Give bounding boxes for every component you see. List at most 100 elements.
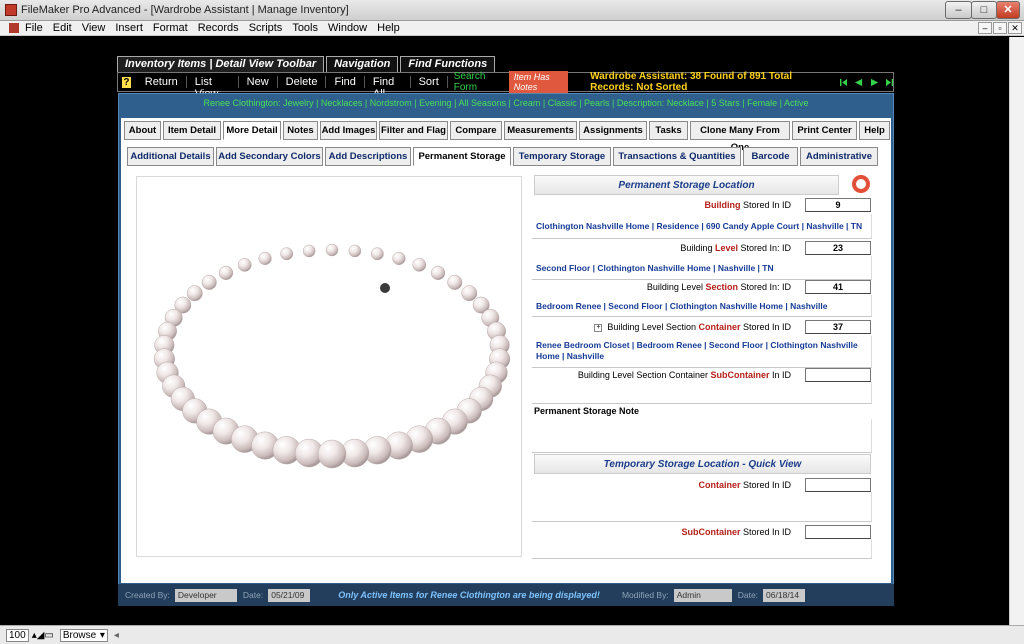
subcontainer-info bbox=[532, 382, 872, 404]
section-id-field[interactable]: 41 bbox=[805, 280, 871, 294]
permanent-storage-note-label: Permanent Storage Note bbox=[534, 406, 640, 416]
list-view-button[interactable]: List View bbox=[187, 76, 239, 100]
minimize-button[interactable]: – bbox=[945, 1, 972, 19]
container-info: Renee Bedroom Closet | Bedroom Renee | S… bbox=[532, 336, 872, 368]
maximize-button[interactable]: □ bbox=[971, 1, 997, 19]
previous-record-icon[interactable] bbox=[855, 78, 863, 87]
find-all-button[interactable]: Find All bbox=[365, 76, 411, 100]
menu-records[interactable]: Records bbox=[198, 22, 239, 34]
subcontainer-id-field[interactable] bbox=[805, 368, 871, 382]
pearl bbox=[370, 247, 384, 261]
menu-file[interactable]: File bbox=[25, 22, 43, 34]
tab-barcode[interactable]: Barcode bbox=[743, 147, 798, 166]
menu-window[interactable]: Window bbox=[328, 22, 367, 34]
tab-additional-details[interactable]: Additional Details bbox=[127, 147, 214, 166]
doc-minimize-button[interactable]: – bbox=[978, 22, 992, 34]
level-label: Building Level Stored In: ID bbox=[680, 243, 791, 253]
tab-detail-view-toolbar[interactable]: Inventory Items | Detail View Toolbar bbox=[117, 56, 325, 73]
menu-insert[interactable]: Insert bbox=[115, 22, 143, 34]
found-status: Wardrobe Assistant: 38 Found of 891 Tota… bbox=[590, 71, 792, 93]
menu-format[interactable]: Format bbox=[153, 22, 188, 34]
menu-view[interactable]: View bbox=[82, 22, 106, 34]
help-icon[interactable]: ? bbox=[122, 76, 131, 88]
tab-more-detail[interactable]: More Detail bbox=[223, 121, 281, 140]
tab-add-secondary-colors[interactable]: Add Secondary Colors bbox=[216, 147, 323, 166]
menu-bar: File Edit View Insert Format Records Scr… bbox=[0, 21, 1024, 36]
next-record-icon[interactable] bbox=[870, 78, 878, 87]
delete-button[interactable]: Delete bbox=[278, 76, 327, 88]
doc-restore-button[interactable]: ▫ bbox=[993, 22, 1007, 34]
main-tabs: About Item Detail More Detail Notes Add … bbox=[124, 121, 892, 153]
expand-icon[interactable]: + bbox=[594, 323, 603, 332]
pearl bbox=[302, 244, 316, 258]
close-button[interactable]: ✕ bbox=[996, 1, 1020, 19]
new-button[interactable]: New bbox=[239, 76, 278, 88]
chevron-down-icon: ▾ bbox=[99, 629, 105, 641]
temporary-storage-header: Temporary Storage Location - Quick View bbox=[534, 454, 871, 474]
pearl bbox=[218, 265, 234, 281]
item-has-notes-badge[interactable]: Item Has Notes bbox=[508, 71, 569, 93]
building-id-field[interactable]: 9 bbox=[805, 198, 871, 212]
pearl bbox=[447, 274, 463, 290]
tab-navigation[interactable]: Navigation bbox=[326, 56, 399, 73]
pearl bbox=[317, 439, 347, 469]
building-info: Clothington Nashville Home | Residence |… bbox=[532, 214, 872, 239]
tab-about[interactable]: About bbox=[124, 121, 161, 140]
container-id-field[interactable]: 37 bbox=[805, 320, 871, 334]
menu-help[interactable]: Help bbox=[377, 22, 400, 34]
menu-edit[interactable]: Edit bbox=[53, 22, 72, 34]
container-label: + Building Level Section Container Stored… bbox=[594, 322, 791, 332]
tab-permanent-storage[interactable]: Permanent Storage bbox=[413, 147, 511, 166]
permanent-storage-note-field[interactable] bbox=[532, 419, 872, 453]
temp-container-info bbox=[532, 492, 872, 522]
pearl-necklace-image bbox=[153, 243, 511, 469]
lifebuoy-help-icon[interactable] bbox=[852, 175, 870, 193]
search-form-button[interactable]: Search Form bbox=[448, 71, 506, 93]
zoom-icons[interactable]: ▴◢▭ bbox=[32, 630, 54, 641]
tab-notes[interactable]: Notes bbox=[283, 121, 318, 140]
window-title: FileMaker Pro Advanced - [Wardrobe Assis… bbox=[21, 4, 349, 16]
find-button[interactable]: Find bbox=[326, 76, 365, 88]
tab-print-center[interactable]: Print Center bbox=[792, 121, 857, 140]
zoom-level[interactable]: 100 bbox=[6, 628, 29, 642]
scroll-left-icon[interactable]: ◂ bbox=[114, 630, 119, 641]
document-icon bbox=[9, 23, 19, 33]
section-info: Bedroom Renee | Second Floor | Clothingt… bbox=[532, 295, 872, 317]
first-record-icon[interactable] bbox=[840, 78, 848, 87]
last-record-icon[interactable] bbox=[885, 78, 893, 87]
tab-measurements[interactable]: Measurements bbox=[504, 121, 577, 140]
item-image[interactable] bbox=[136, 176, 522, 557]
doc-close-button[interactable]: ✕ bbox=[1008, 22, 1022, 34]
vertical-scrollbar[interactable] bbox=[1009, 37, 1024, 625]
tab-add-descriptions[interactable]: Add Descriptions bbox=[325, 147, 411, 166]
tab-add-images[interactable]: Add Images bbox=[320, 121, 377, 140]
tab-filter-and-flag[interactable]: Filter and Flag bbox=[379, 121, 448, 140]
created-by-label: Created By: bbox=[125, 590, 170, 600]
pearl bbox=[186, 285, 203, 302]
tab-temporary-storage[interactable]: Temporary Storage bbox=[513, 147, 611, 166]
tab-administrative[interactable]: Administrative bbox=[800, 147, 878, 166]
temp-subcontainer-id-field[interactable] bbox=[805, 525, 871, 539]
tab-tasks[interactable]: Tasks bbox=[649, 121, 688, 140]
menu-scripts[interactable]: Scripts bbox=[249, 22, 283, 34]
menu-tools[interactable]: Tools bbox=[292, 22, 318, 34]
tab-transactions-quantities[interactable]: Transactions & Quantities bbox=[613, 147, 741, 166]
record-footer: Created By: Developer Date: 05/21/09 Onl… bbox=[118, 584, 894, 606]
mode-value: Browse bbox=[62, 629, 97, 641]
tab-compare[interactable]: Compare bbox=[450, 121, 502, 140]
tab-assignments[interactable]: Assignments bbox=[579, 121, 647, 140]
record-summary: Renee Clothington: Jewelry | Necklaces |… bbox=[203, 98, 809, 108]
storage-panel: Permanent Storage Location Building Stor… bbox=[532, 174, 873, 559]
created-date-field: 05/21/09 bbox=[268, 588, 311, 602]
level-id-field[interactable]: 23 bbox=[805, 241, 871, 255]
mode-select[interactable]: Browse ▾ bbox=[59, 628, 108, 642]
return-button[interactable]: Return bbox=[137, 76, 187, 88]
temp-container-id-field[interactable] bbox=[805, 478, 871, 492]
tab-item-detail[interactable]: Item Detail bbox=[163, 121, 221, 140]
pearl bbox=[280, 247, 294, 261]
tab-clone-many-from-one[interactable]: Clone Many From One bbox=[690, 121, 790, 153]
sort-button[interactable]: Sort bbox=[411, 76, 448, 88]
filemaker-app-icon bbox=[5, 4, 17, 16]
pearl bbox=[412, 258, 427, 272]
tab-help[interactable]: Help bbox=[859, 121, 890, 140]
